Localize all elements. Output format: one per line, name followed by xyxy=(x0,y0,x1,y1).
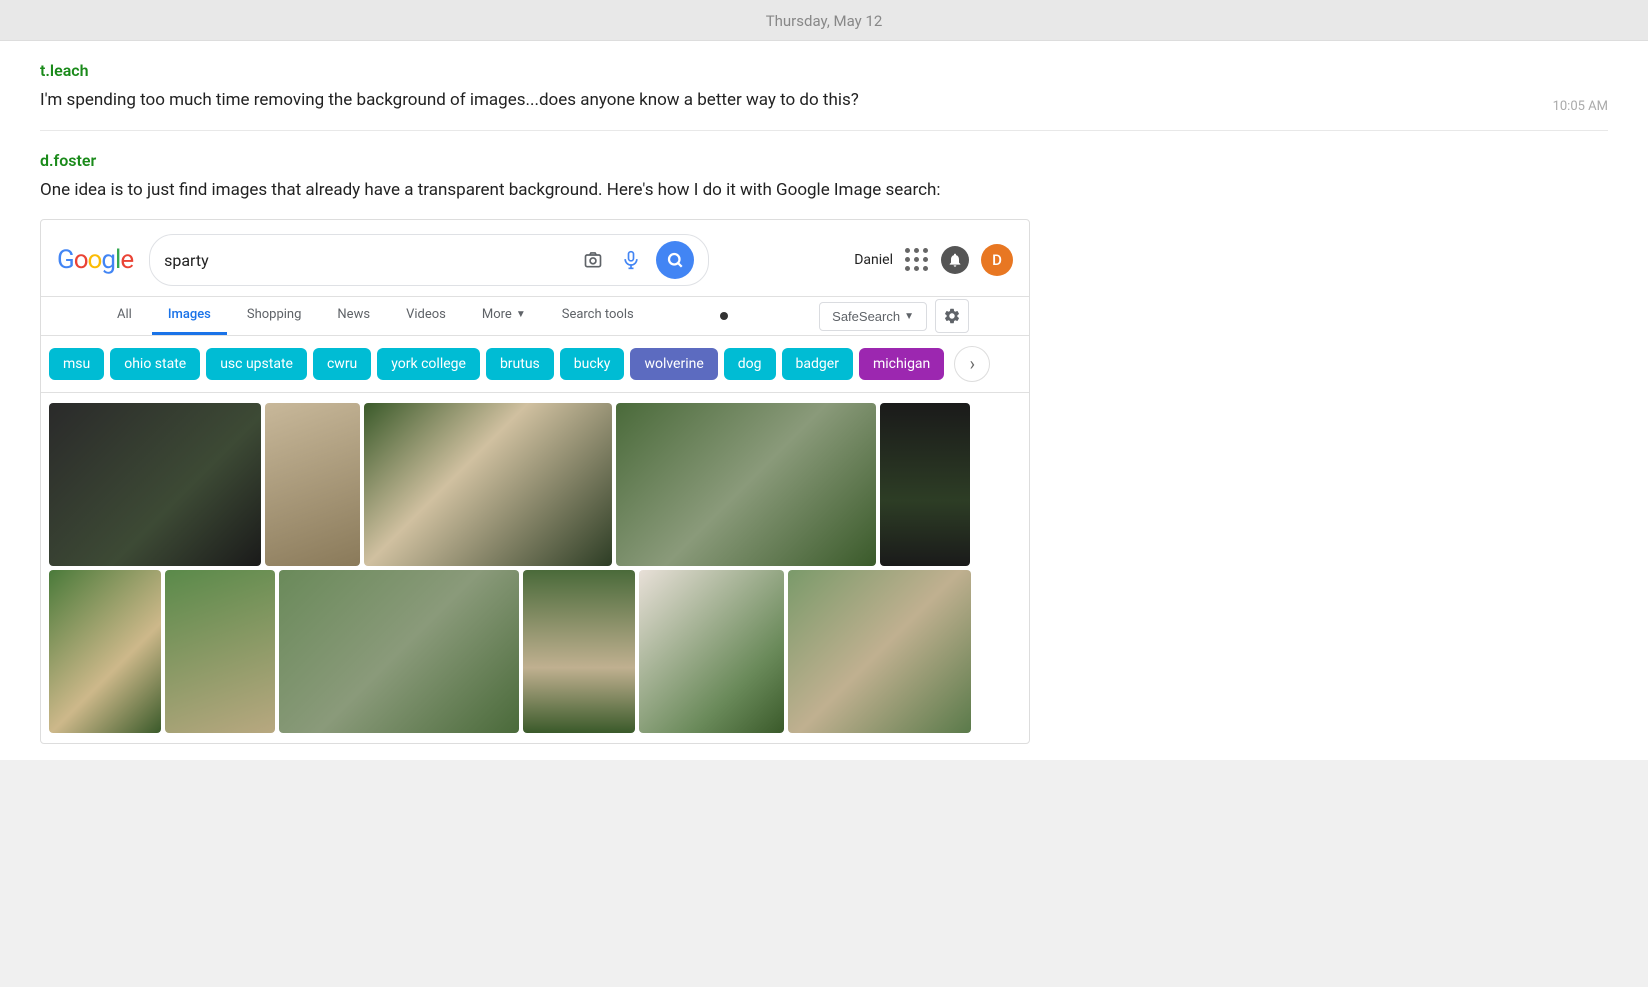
image-row-2 xyxy=(49,570,1021,733)
apps-dot xyxy=(905,248,910,253)
username-dfoster: d.foster xyxy=(40,151,1608,170)
camera-icon[interactable] xyxy=(578,245,608,275)
more-label: More xyxy=(482,307,512,322)
image-item[interactable] xyxy=(616,403,876,566)
user-name-label: Daniel xyxy=(854,252,893,268)
search-icon-group xyxy=(578,245,646,275)
apps-icon[interactable] xyxy=(905,248,929,272)
image-grid xyxy=(41,393,1029,743)
cursor-indicator xyxy=(720,312,728,320)
logo-g2: g xyxy=(101,245,115,275)
message-block-tleach: t.leach I'm spending too much time remov… xyxy=(40,41,1608,131)
message-block-dfoster: d.foster One idea is to just find images… xyxy=(40,131,1608,761)
chip-badger[interactable]: badger xyxy=(782,348,853,380)
tab-search-tools[interactable]: Search tools xyxy=(546,297,650,335)
image-item[interactable] xyxy=(788,570,971,733)
chip-wolverine[interactable]: wolverine xyxy=(630,348,717,380)
safe-search-chevron-icon: ▼ xyxy=(904,311,914,322)
nav-right: SafeSearch ▼ xyxy=(819,299,969,333)
username-tleach: t.leach xyxy=(40,61,1608,80)
image-item[interactable] xyxy=(523,570,635,733)
image-item[interactable] xyxy=(364,403,612,566)
mic-icon[interactable] xyxy=(616,245,646,275)
chip-dog[interactable]: dog xyxy=(724,348,776,380)
chip-york-college[interactable]: york college xyxy=(377,348,480,380)
chips-row: msu ohio state usc upstate cwru york col… xyxy=(41,336,1029,393)
message-text-tleach: I'm spending too much time removing the … xyxy=(40,88,1608,114)
tab-videos[interactable]: Videos xyxy=(390,297,462,335)
apps-dot xyxy=(923,266,928,271)
chip-usc-upstate[interactable]: usc upstate xyxy=(206,348,307,380)
apps-dot xyxy=(914,248,919,253)
safe-search-label: SafeSearch xyxy=(832,309,900,324)
apps-dot xyxy=(914,257,919,262)
tab-all[interactable]: All xyxy=(101,297,148,335)
logo-o2: o xyxy=(88,245,102,275)
mouse-cursor-area xyxy=(714,306,734,326)
google-embed: Google sparty xyxy=(40,219,1030,744)
chip-bucky[interactable]: bucky xyxy=(560,348,625,380)
message-text-dfoster: One idea is to just find images that alr… xyxy=(40,178,1608,204)
tab-news[interactable]: News xyxy=(321,297,386,335)
tab-more[interactable]: More ▼ xyxy=(466,297,542,335)
tab-shopping[interactable]: Shopping xyxy=(231,297,318,335)
bell-icon[interactable] xyxy=(941,246,969,274)
date-text: Thursday, May 12 xyxy=(766,12,883,30)
chip-michigan[interactable]: michigan xyxy=(859,348,944,380)
apps-dot xyxy=(923,248,928,253)
settings-button[interactable] xyxy=(935,299,969,333)
nav-tabs: All Images Shopping News Videos More ▼ S… xyxy=(41,297,1029,336)
image-item[interactable] xyxy=(880,403,970,566)
timestamp-tleach: 10:05 AM xyxy=(1553,99,1608,114)
date-header: Thursday, May 12 xyxy=(0,0,1648,41)
logo-e: e xyxy=(120,245,133,275)
header-right: Daniel xyxy=(854,244,1013,276)
chat-container: t.leach I'm spending too much time remov… xyxy=(0,41,1648,760)
image-item[interactable] xyxy=(49,403,261,566)
apps-dot xyxy=(923,257,928,262)
chip-brutus[interactable]: brutus xyxy=(486,348,554,380)
logo-g: G xyxy=(57,245,74,275)
image-row-1 xyxy=(49,403,1021,566)
google-logo: Google xyxy=(57,245,133,275)
search-bar[interactable]: sparty xyxy=(149,234,709,286)
safe-search-button[interactable]: SafeSearch ▼ xyxy=(819,302,927,331)
apps-dot xyxy=(914,266,919,271)
tab-images[interactable]: Images xyxy=(152,297,227,335)
search-input[interactable]: sparty xyxy=(164,251,568,270)
image-item[interactable] xyxy=(639,570,784,733)
page-wrapper: Thursday, May 12 t.leach I'm spending to… xyxy=(0,0,1648,987)
apps-dot xyxy=(905,257,910,262)
image-item[interactable] xyxy=(265,403,360,566)
search-button[interactable] xyxy=(656,241,694,279)
google-header: Google sparty xyxy=(41,220,1029,297)
avatar[interactable]: D xyxy=(981,244,1013,276)
image-item[interactable] xyxy=(165,570,275,733)
chips-next-button[interactable]: › xyxy=(954,346,990,382)
chip-msu[interactable]: msu xyxy=(49,348,104,380)
chip-cwru[interactable]: cwru xyxy=(313,348,371,380)
chip-ohio-state[interactable]: ohio state xyxy=(110,348,200,380)
apps-dot xyxy=(905,266,910,271)
image-item[interactable] xyxy=(279,570,519,733)
logo-o1: o xyxy=(74,245,88,275)
more-chevron-icon: ▼ xyxy=(516,309,526,320)
image-item[interactable] xyxy=(49,570,161,733)
